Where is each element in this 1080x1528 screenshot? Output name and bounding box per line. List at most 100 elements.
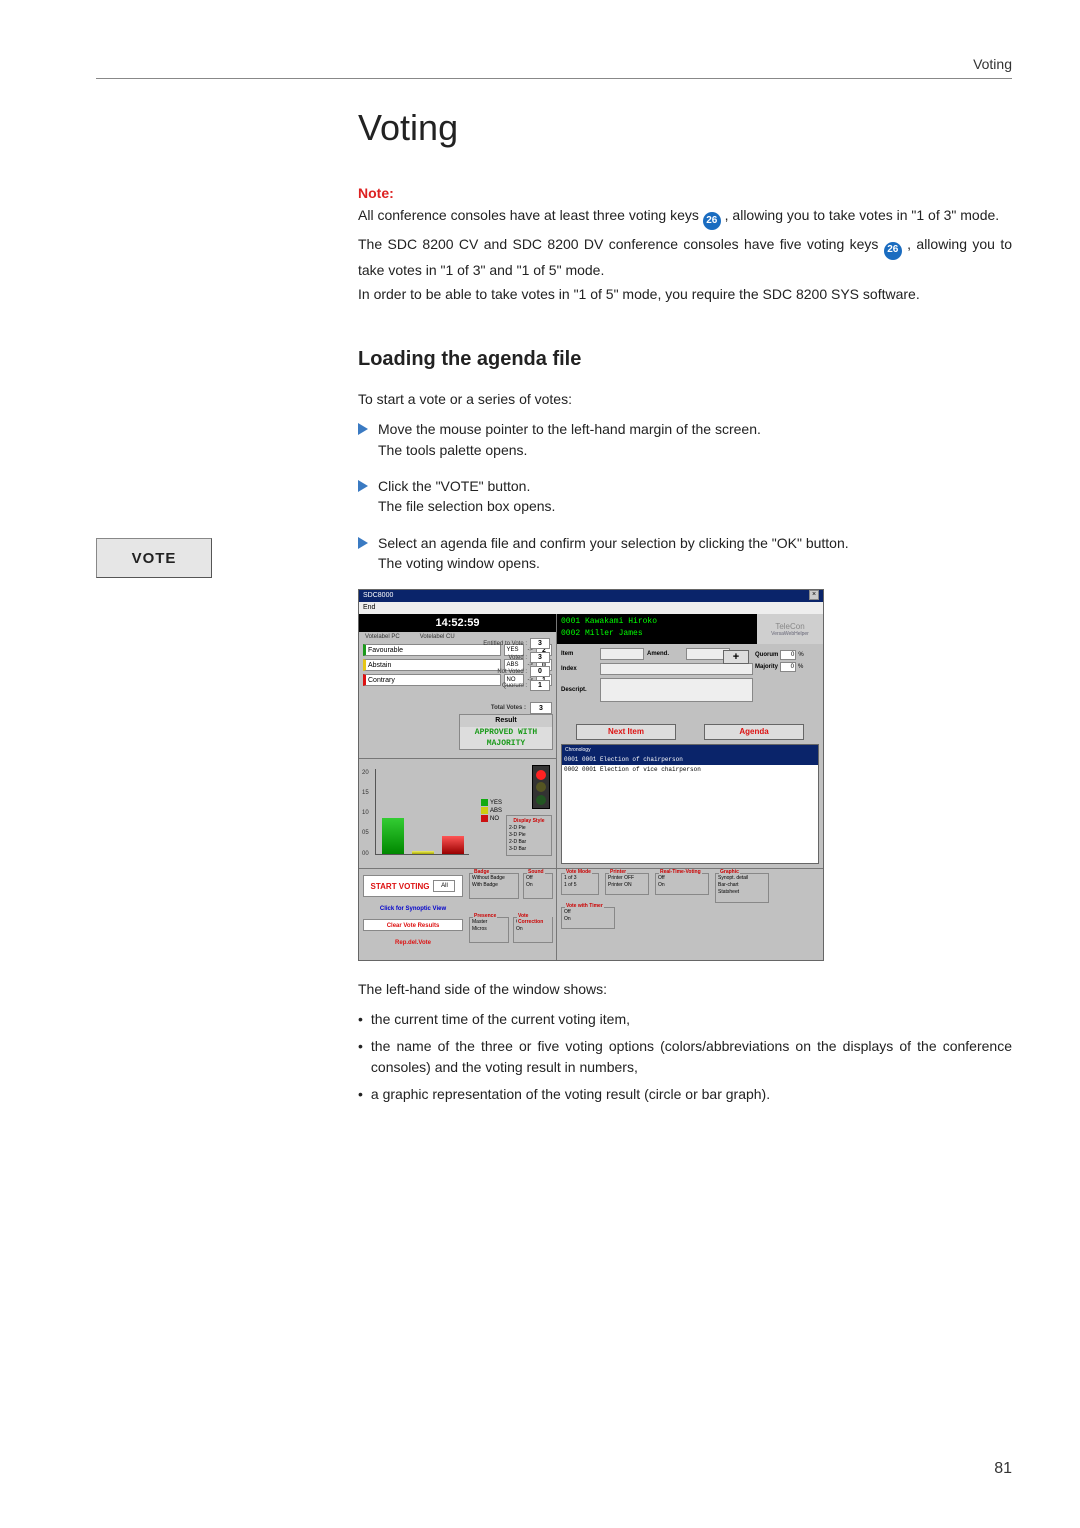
radio[interactable]: On bbox=[526, 882, 550, 889]
close-icon[interactable]: × bbox=[809, 590, 819, 600]
note-label: Note: bbox=[358, 185, 1012, 201]
radio[interactable]: Printer ON bbox=[608, 882, 646, 889]
radio[interactable]: Printer OFF bbox=[608, 875, 646, 882]
value[interactable]: 0 bbox=[780, 650, 796, 660]
index-field[interactable] bbox=[600, 663, 753, 675]
step-line: The voting window opens. bbox=[378, 555, 540, 571]
group-title: Sound bbox=[527, 869, 545, 875]
label: Quorum : bbox=[502, 683, 527, 689]
list-item[interactable]: 0002 0001 Election of vice chairperson bbox=[562, 765, 818, 775]
radio[interactable]: On bbox=[564, 916, 612, 923]
radio[interactable]: 3-D Bar bbox=[509, 846, 549, 853]
start-voting-button[interactable]: START VOTING All bbox=[363, 875, 463, 897]
step-line: The tools palette opens. bbox=[378, 442, 527, 458]
bullet-text: the name of the three or five voting opt… bbox=[371, 1036, 1012, 1078]
step-line: The file selection box opens. bbox=[378, 498, 555, 514]
intro-text: To start a vote or a series of votes: bbox=[358, 389, 1012, 409]
step-line: Select an agenda file and confirm your s… bbox=[378, 535, 849, 551]
next-item-button[interactable]: Next Item bbox=[576, 724, 676, 740]
text: , allowing you to take votes in "1 of 3"… bbox=[725, 207, 1000, 223]
synoptic-view-link[interactable]: Click for Synoptic View bbox=[363, 903, 463, 915]
group-title: Printer bbox=[609, 869, 627, 875]
bullet-text: the current time of the current voting i… bbox=[371, 1009, 630, 1030]
legend: YES ABS NO bbox=[481, 799, 502, 823]
group-select[interactable]: All bbox=[433, 880, 455, 892]
label: Item bbox=[561, 651, 597, 657]
radio[interactable]: Synopt. detail bbox=[718, 875, 766, 882]
page-title: Voting bbox=[358, 107, 1012, 149]
group-title: Real-Time-Voting bbox=[659, 869, 702, 875]
bullet-text: a graphic representation of the voting r… bbox=[371, 1084, 770, 1105]
descript-field[interactable] bbox=[600, 678, 753, 702]
bullet-icon: • bbox=[358, 1009, 363, 1030]
delegate-name: 0002 Miller James bbox=[561, 628, 753, 640]
text: All conference consoles have at least th… bbox=[358, 207, 703, 223]
hdr: Votelabel CU bbox=[420, 634, 455, 640]
bullet-icon: • bbox=[358, 1084, 363, 1105]
radio[interactable]: 3-D Pie bbox=[509, 832, 549, 839]
label: Amend. bbox=[647, 651, 683, 657]
step-line: Move the mouse pointer to the left-hand … bbox=[378, 421, 761, 437]
tick: 00 bbox=[362, 851, 369, 857]
radio[interactable]: 2-D Bar bbox=[509, 839, 549, 846]
value[interactable]: 0 bbox=[780, 662, 796, 672]
agenda-button[interactable]: Agenda bbox=[704, 724, 804, 740]
group-title: Vote with Timer bbox=[565, 903, 604, 909]
rep-del-vote-link[interactable]: Rep.del.Vote bbox=[363, 937, 463, 949]
bar-chart: 00 05 10 15 20 bbox=[375, 769, 469, 855]
display-style-group[interactable]: Display Style 2-D Pie 3-D Pie 2-D Bar 3-… bbox=[506, 815, 552, 856]
radio[interactable]: With Badge bbox=[472, 882, 516, 889]
badge-26-icon: 26 bbox=[703, 212, 721, 230]
option-name[interactable]: Favourable bbox=[363, 644, 501, 656]
page-number: 81 bbox=[994, 1460, 1012, 1478]
group-title: Vote Mode bbox=[565, 869, 592, 875]
radio[interactable]: Off bbox=[658, 875, 706, 882]
group-title: Vote Correction bbox=[517, 913, 552, 925]
bar-contrary bbox=[442, 836, 464, 854]
step-3: Select an agenda file and confirm your s… bbox=[358, 533, 1012, 574]
radio[interactable]: Bar-chart bbox=[718, 882, 766, 889]
bullet-icon: • bbox=[358, 1036, 363, 1078]
radio[interactable]: Off bbox=[526, 875, 550, 882]
arrow-icon bbox=[358, 537, 368, 549]
clear-results-button[interactable]: Clear Vote Results bbox=[363, 919, 463, 931]
traffic-light-icon bbox=[532, 765, 550, 809]
value: 3 bbox=[530, 652, 550, 663]
menu-end[interactable]: End bbox=[359, 602, 823, 614]
step-line: Click the "VOTE" button. bbox=[378, 478, 530, 494]
label: Index bbox=[561, 666, 597, 672]
value: 1 bbox=[530, 680, 550, 691]
list-item[interactable]: 0001 0001 Election of chairperson bbox=[562, 755, 818, 765]
radio[interactable]: On bbox=[658, 882, 706, 889]
legend-item: NO bbox=[490, 816, 499, 822]
result-text: APPROVED WITH bbox=[460, 727, 552, 738]
option-name[interactable]: Abstain bbox=[363, 659, 501, 671]
window-title: SDC8000 bbox=[363, 590, 393, 602]
arrow-icon bbox=[358, 423, 368, 435]
radio[interactable]: Without Badge bbox=[472, 875, 516, 882]
bar-favourable bbox=[382, 818, 404, 854]
vote-button[interactable]: VOTE bbox=[96, 538, 212, 578]
after-shot-text: The left-hand side of the window shows: bbox=[358, 979, 1012, 999]
radio[interactable]: Master bbox=[472, 919, 506, 926]
clock: 14:52:59 bbox=[359, 614, 556, 632]
group-title: Graphic bbox=[719, 869, 740, 875]
group-title: Display Style bbox=[509, 818, 549, 824]
radio[interactable]: On bbox=[516, 926, 550, 933]
tick: 20 bbox=[362, 770, 369, 776]
tick: 15 bbox=[362, 790, 369, 796]
option-name[interactable]: Contrary bbox=[363, 674, 501, 686]
value: 0 bbox=[530, 666, 550, 677]
add-button[interactable]: + bbox=[723, 650, 749, 664]
item-field[interactable] bbox=[600, 648, 644, 660]
radio[interactable]: 2-D Pie bbox=[509, 825, 549, 832]
radio[interactable]: Off bbox=[564, 909, 612, 916]
running-head: Voting bbox=[96, 56, 1012, 79]
radio[interactable]: 1 of 3 bbox=[564, 875, 596, 882]
radio[interactable]: Micros bbox=[472, 926, 506, 933]
voting-window-screenshot: SDC8000 × End 14:52:59 Votelabel PC Vote… bbox=[358, 589, 824, 961]
radio[interactable]: 1 of 5 bbox=[564, 882, 596, 889]
step-2: Click the "VOTE" button. The file select… bbox=[358, 476, 1012, 517]
radio[interactable]: Statsheet bbox=[718, 889, 766, 896]
agenda-list[interactable]: Chronology 0001 0001 Election of chairpe… bbox=[561, 744, 819, 864]
